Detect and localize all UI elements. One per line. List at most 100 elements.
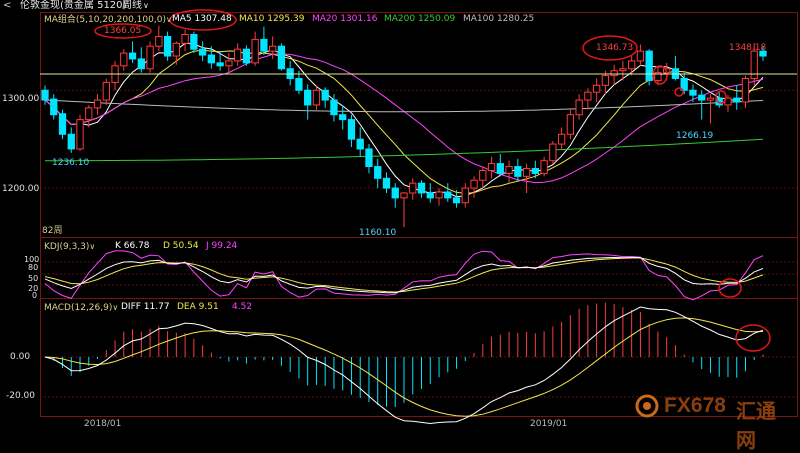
candle (417, 180, 426, 198)
candle (146, 41, 154, 73)
chevron-down-icon: ∨ (112, 303, 119, 312)
candle (356, 127, 364, 157)
candle (198, 41, 207, 61)
price-label-high-2018: 1366.05 (104, 26, 142, 36)
kdj-selector[interactable]: KDJ(9,3,3)∨ (44, 241, 95, 253)
candle (155, 25, 163, 52)
ma10-line (44, 49, 764, 194)
candle (514, 158, 522, 181)
chevron-down-icon: ∨ (89, 242, 96, 251)
candle (435, 188, 443, 206)
ma10-value: MA10 1295.39 (239, 14, 305, 24)
candle (470, 176, 478, 198)
candle (225, 53, 233, 73)
candle (242, 45, 251, 66)
kdj-y-tick: 80 (28, 263, 39, 272)
candle (496, 153, 504, 177)
candle (111, 60, 119, 91)
candle (400, 192, 408, 228)
candle (277, 43, 286, 71)
candle (671, 56, 680, 81)
ma200-value: MA200 1250.09 (384, 14, 456, 24)
main-panel-frame (40, 12, 798, 238)
ma20-value: MA20 1301.16 (312, 14, 378, 24)
candle (557, 127, 566, 149)
ma100-value: MA100 1280.25 (463, 14, 535, 24)
candle (102, 78, 110, 105)
candle (181, 29, 189, 52)
candle (741, 75, 750, 108)
kdj-j-line (44, 250, 764, 301)
candle (374, 158, 382, 189)
ma-group-selector[interactable]: MA组合(5,10,20,200,100,0)∨ (44, 14, 172, 26)
candle (312, 86, 321, 110)
candle (592, 78, 601, 102)
candle (566, 109, 575, 140)
candle (128, 41, 137, 63)
kdj-j-value: J 99.24 (206, 241, 238, 251)
candle (409, 178, 417, 200)
candle (540, 156, 548, 177)
candle (216, 51, 224, 71)
ma5-value: MA5 1307.48 (172, 14, 232, 24)
candle (251, 31, 259, 66)
y-tick-label: 1200.00 (2, 184, 40, 194)
candle (505, 160, 513, 184)
candle (172, 41, 180, 65)
candle (628, 56, 636, 76)
kdj-d-line (44, 257, 764, 293)
macd-dea-value: DEA 9.51 (177, 302, 219, 312)
kdj-y-tick: 0 (32, 291, 38, 300)
fx678-logo: FX678 汇通网 (634, 392, 794, 452)
price-label-last-high: 1348.18 (729, 43, 767, 53)
ma200-line (45, 138, 764, 162)
period-count: 82周 (42, 226, 63, 236)
candle (321, 87, 329, 108)
candle (286, 60, 294, 86)
candle (444, 183, 452, 202)
y-tick-label: 1300.00 (2, 94, 40, 104)
macd-selector[interactable]: MACD(12,26,9)∨ (44, 302, 118, 314)
candle (76, 114, 84, 151)
chevron-down-icon: ∨ (165, 15, 172, 24)
candle (163, 31, 172, 61)
candle (584, 88, 592, 110)
candle (461, 183, 469, 208)
candle (304, 84, 312, 120)
kdj-k-value: K 66.78 (115, 241, 150, 251)
price-label-low-2018b: 1160.10 (359, 228, 397, 238)
candle (733, 85, 741, 110)
candle (120, 49, 128, 71)
candle (426, 183, 434, 203)
candle (698, 90, 706, 120)
candle (260, 26, 268, 56)
candle (689, 84, 697, 102)
candle (610, 64, 618, 86)
candle (67, 127, 75, 153)
candle (233, 43, 242, 66)
candle (50, 94, 58, 120)
candle (706, 94, 715, 124)
logo-cn-text: 汇通网 (736, 399, 776, 452)
macd-y-tick: 0.00 (10, 352, 31, 362)
chart-canvas (40, 9, 798, 425)
x-tick-label: 2019/01 (530, 419, 568, 429)
candle (382, 172, 391, 193)
kdj-y-tick: 50 (28, 274, 39, 283)
x-tick-label: 2018/01 (84, 419, 122, 429)
annotation-ellipse-macd-cross (735, 324, 771, 352)
candle (636, 44, 645, 66)
candle (575, 94, 583, 120)
price-label-high-2019: 1346.73 (596, 43, 634, 53)
candle (645, 49, 653, 86)
macd-y-tick: -20.00 (6, 391, 36, 401)
candle (190, 31, 198, 54)
macd-diff-value: DIFF 11.77 (121, 302, 170, 312)
annotation-ellipse-small (674, 87, 684, 97)
candle (339, 104, 347, 130)
candle (347, 114, 356, 147)
macd-hist-value: 4.52 (232, 302, 253, 312)
ma-group-label: MA组合(5,10,20,200,100,0) (44, 15, 166, 25)
ma100-line (44, 99, 764, 113)
candle (58, 109, 67, 140)
